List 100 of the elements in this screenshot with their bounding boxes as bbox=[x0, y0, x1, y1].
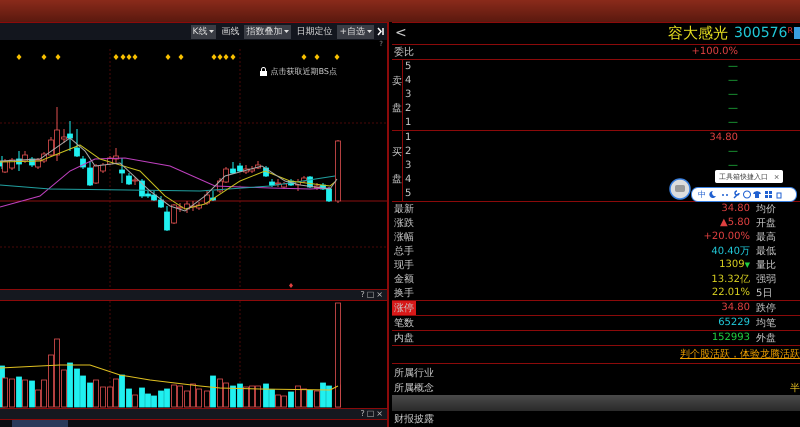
bs-marker-icon[interactable] bbox=[114, 54, 118, 60]
field-label: 所属行业 bbox=[393, 366, 435, 380]
level-number: 4 bbox=[404, 174, 412, 186]
level-number: 2 bbox=[404, 146, 412, 158]
field-label: 5日 bbox=[755, 286, 774, 300]
field-value: 65229 bbox=[718, 317, 750, 328]
bs-marker-icon[interactable] bbox=[42, 54, 46, 60]
caret-icon bbox=[284, 30, 290, 33]
bs-points-link[interactable]: 点击获取近期BS点 bbox=[270, 66, 337, 77]
bs-marker-icon[interactable] bbox=[132, 54, 138, 60]
field-label: 委比 bbox=[393, 46, 415, 59]
panel-control[interactable]: □ bbox=[366, 291, 374, 299]
side-label: 盘 bbox=[392, 173, 402, 186]
panel-control[interactable]: × bbox=[376, 410, 383, 418]
level-number: 5 bbox=[404, 61, 412, 72]
toolbar-button[interactable]: 画线 bbox=[219, 24, 242, 38]
bs-marker-icon[interactable] bbox=[56, 54, 60, 60]
side-label: 盘 bbox=[392, 102, 402, 116]
back-button[interactable]: < bbox=[395, 25, 668, 42]
bs-marker-icon[interactable] bbox=[212, 54, 216, 60]
level-number: 3 bbox=[404, 160, 412, 172]
order-price: — bbox=[728, 160, 738, 172]
side-label: 卖 bbox=[392, 74, 402, 88]
field-value: 1309 bbox=[719, 259, 745, 270]
field-label: 现手 bbox=[393, 258, 415, 272]
bs-marker-icon[interactable] bbox=[126, 54, 132, 60]
ime-button[interactable]: 中 bbox=[698, 189, 706, 200]
toolbar-button[interactable]: +自选 bbox=[337, 24, 374, 38]
bs-marker-icon[interactable] bbox=[166, 54, 170, 60]
field-label: 金额 bbox=[393, 272, 415, 286]
bs-marker-icon[interactable] bbox=[230, 54, 236, 60]
field-value: +100.0% bbox=[691, 46, 738, 58]
field-label: 最高 bbox=[755, 230, 777, 244]
field-label: 财报披露 bbox=[393, 412, 435, 426]
close-button[interactable]: × bbox=[774, 172, 780, 182]
robot-icon[interactable] bbox=[669, 178, 691, 200]
panel-control[interactable]: ? bbox=[360, 291, 365, 299]
level-number: 5 bbox=[404, 188, 412, 200]
field-label: 涨幅 bbox=[393, 230, 415, 244]
level-number: 1 bbox=[404, 132, 412, 144]
field-value: 22.01% bbox=[712, 287, 750, 298]
caret-icon bbox=[209, 30, 214, 33]
collapse-icon[interactable] bbox=[377, 27, 385, 36]
level-number: 4 bbox=[404, 75, 412, 86]
level-number: 2 bbox=[404, 103, 412, 114]
caret-icon bbox=[367, 30, 372, 33]
promo-link[interactable]: 判个股活跃，体验龙腾活跃 bbox=[680, 347, 800, 362]
badge-label: R bbox=[787, 26, 793, 35]
field-label: 所属概念 bbox=[393, 382, 435, 396]
order-price: — bbox=[728, 117, 738, 128]
field-label: 开盘 bbox=[755, 216, 777, 230]
field-label: 外盘 bbox=[755, 332, 777, 345]
field-value: +20.00% bbox=[703, 231, 750, 242]
level-number: 1 bbox=[404, 117, 412, 128]
order-price: — bbox=[728, 103, 738, 114]
bs-marker-icon[interactable] bbox=[16, 54, 22, 60]
field-value: 34.80 bbox=[721, 302, 750, 314]
toolbar-button[interactable]: 日期定位 bbox=[294, 24, 334, 38]
field-value: 34.80 bbox=[721, 203, 750, 214]
field-label: 内盘 bbox=[393, 332, 415, 345]
level-number: 3 bbox=[404, 89, 412, 100]
bs-marker-icon[interactable] bbox=[218, 54, 222, 60]
field-label: 笔数 bbox=[393, 316, 415, 330]
field-label: 总手 bbox=[393, 244, 415, 258]
panel-control[interactable]: ? bbox=[360, 410, 365, 418]
candle bbox=[335, 140, 341, 204]
field-value: 13.32亿 bbox=[711, 272, 750, 286]
order-price: — bbox=[728, 75, 738, 86]
order-price: — bbox=[728, 146, 738, 158]
field-label: 涨停 bbox=[392, 300, 416, 315]
bs-marker-icon[interactable] bbox=[302, 54, 306, 60]
panel-control[interactable]: × bbox=[376, 291, 383, 299]
bs-marker-icon[interactable] bbox=[224, 54, 228, 60]
field-label: 换手 bbox=[393, 286, 415, 300]
field-value: ▲5.80 bbox=[720, 217, 750, 228]
field-value: 40.40万 bbox=[711, 244, 750, 258]
bs-marker-icon[interactable] bbox=[314, 54, 320, 60]
toolbar-button[interactable]: 指数叠加 bbox=[244, 24, 292, 38]
field-label: 最新 bbox=[393, 202, 415, 216]
field-label: 强弱 bbox=[755, 272, 777, 286]
field-label: 均价 bbox=[755, 202, 777, 216]
field-value: 152993 bbox=[712, 332, 750, 344]
field-label: 跌停 bbox=[755, 302, 777, 315]
toolbar-button[interactable]: K线 bbox=[190, 24, 216, 38]
panel-control[interactable]: □ bbox=[366, 410, 374, 418]
stock-code: 300576 bbox=[734, 25, 788, 42]
info-icon[interactable] bbox=[794, 27, 800, 40]
side-label: 买 bbox=[392, 146, 402, 160]
order-price: 34.80 bbox=[709, 132, 738, 144]
field-label: 最低 bbox=[755, 244, 777, 258]
stock-name: 容大感光 bbox=[668, 24, 728, 43]
marker-icon bbox=[289, 283, 293, 288]
field-label: 量比 bbox=[755, 258, 777, 272]
order-price: — bbox=[728, 89, 738, 100]
field-value: 半 bbox=[790, 382, 800, 396]
bs-marker-icon[interactable] bbox=[334, 54, 340, 60]
bs-marker-icon[interactable] bbox=[120, 54, 126, 60]
field-label: 涨跌 bbox=[393, 216, 415, 230]
bs-marker-icon[interactable] bbox=[178, 54, 184, 60]
field-label: 均笔 bbox=[755, 316, 777, 330]
